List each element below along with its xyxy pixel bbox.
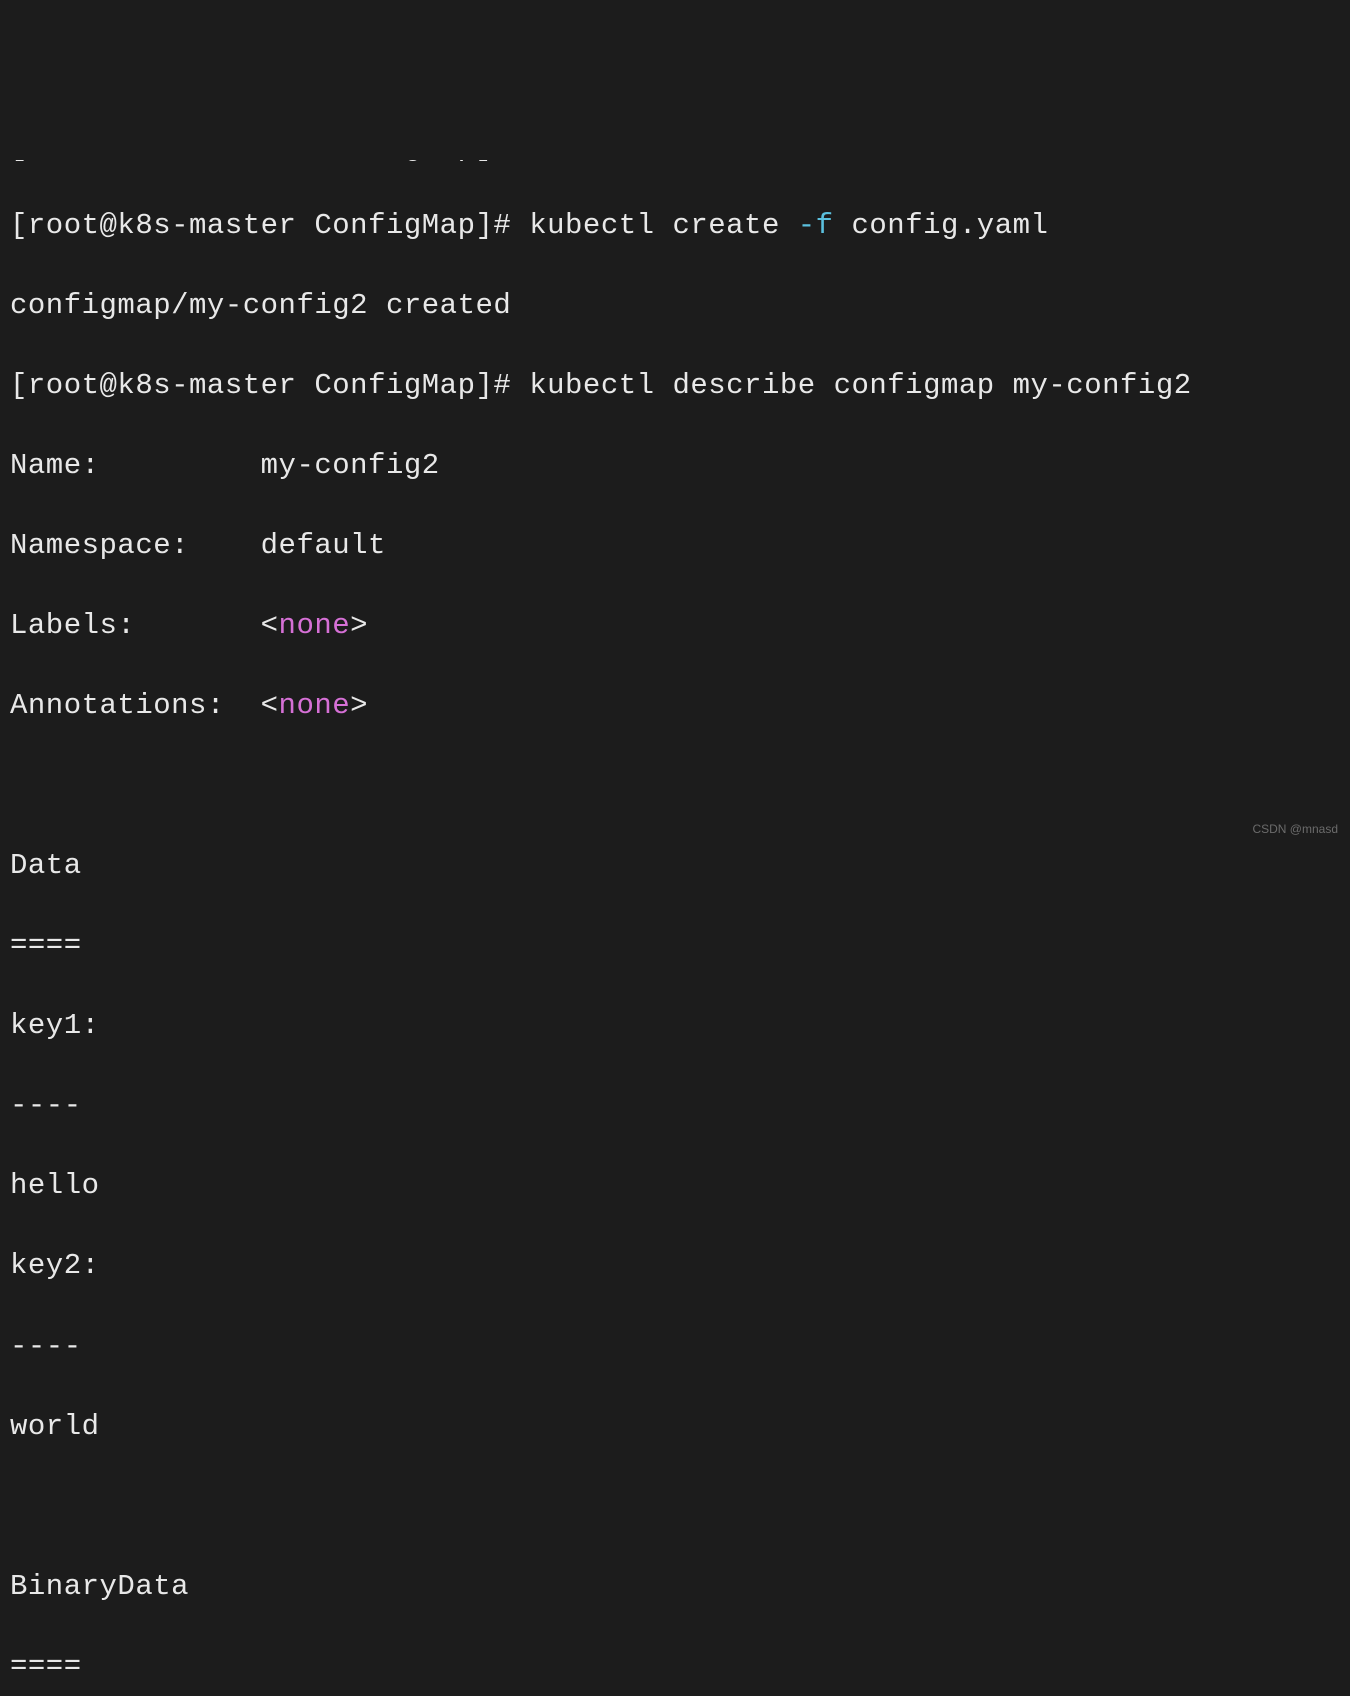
partial-prompt: [root@k8s-master ConfigMap]# [10,160,511,166]
labels-none: none [279,609,351,642]
prompt-sep-2 [296,369,314,402]
key2-value: world [10,1407,1340,1447]
annotations-lt: < [261,689,279,722]
blank-line-1 [10,766,1340,806]
name-label: Name: [10,449,261,482]
describe-namespace-row: Namespace: default [10,526,1340,566]
prompt-close: ]# [476,209,530,242]
cmd2-kubectl-describe: kubectl describe configmap my-config2 [529,369,1191,402]
annotations-none: none [279,689,351,722]
binarydata-header: BinaryData [10,1567,1340,1607]
describe-labels-row: Labels: <none> [10,606,1340,646]
prompt-open: [ [10,209,28,242]
labels-gt: > [350,609,368,642]
prompt-user: root@k8s-master [28,209,297,242]
key2-sep: ---- [10,1327,1340,1367]
prompt-open-2: [ [10,369,28,402]
annotations-gt: > [350,689,368,722]
namespace-value: default [261,529,386,562]
command-line-2: [root@k8s-master ConfigMap]# kubectl des… [10,366,1340,406]
command-line-1: [root@k8s-master ConfigMap]# kubectl cre… [10,206,1340,246]
data-header: Data [10,846,1340,886]
labels-label: Labels: [10,609,261,642]
data-sep: ==== [10,926,1340,966]
prompt-dir-2: ConfigMap [314,369,475,402]
key1-value: hello [10,1166,1340,1206]
namespace-label: Namespace: [10,529,261,562]
labels-lt: < [261,609,279,642]
prompt-sep [296,209,314,242]
cmd1-flag: -f [798,209,834,242]
describe-name-row: Name: my-config2 [10,446,1340,486]
key1-label: key1: [10,1006,1340,1046]
prompt-close-2: ]# [476,369,530,402]
watermark: CSDN @mnasd [1252,821,1338,838]
cmd1-kubectl-create: kubectl create [529,209,798,242]
name-value: my-config2 [261,449,440,482]
annotations-label: Annotations: [10,689,261,722]
prompt-dir: ConfigMap [314,209,475,242]
describe-annotations-row: Annotations: <none> [10,686,1340,726]
cmd1-file: config.yaml [834,209,1049,242]
cmd1-output: configmap/my-config2 created [10,286,1340,326]
key1-sep: ---- [10,1086,1340,1126]
key2-label: key2: [10,1246,1340,1286]
binarydata-sep: ==== [10,1647,1340,1687]
partial-previous-line: [root@k8s-master ConfigMap]# [10,160,1340,166]
blank-line-2 [10,1487,1340,1527]
prompt-user-2: root@k8s-master [28,369,297,402]
